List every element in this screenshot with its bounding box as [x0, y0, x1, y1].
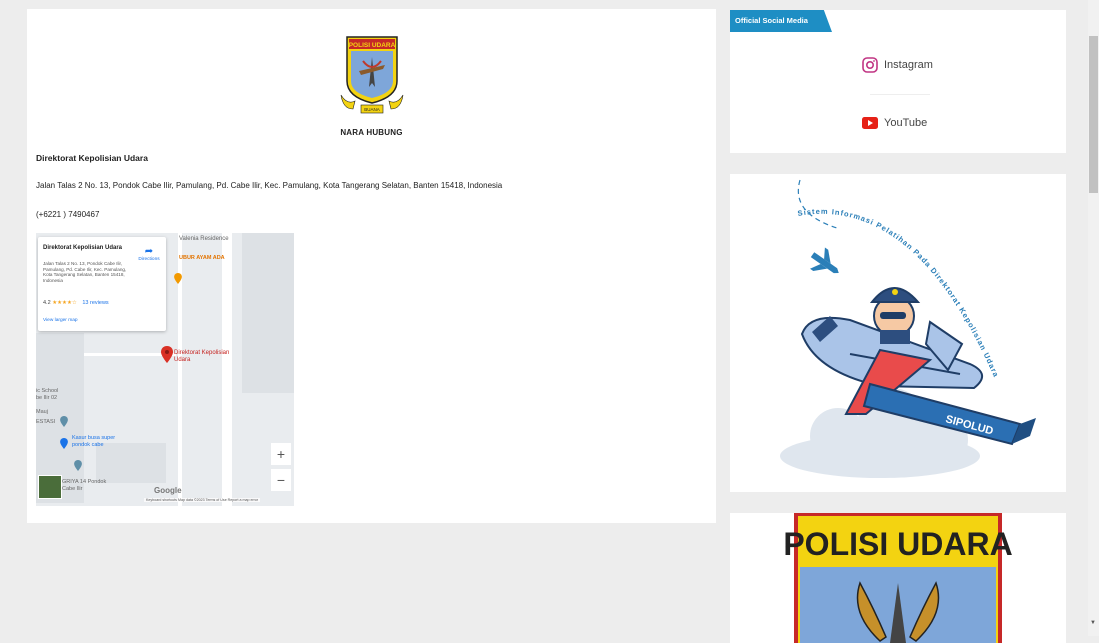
youtube-icon [862, 117, 878, 129]
polisi-udara-badge-card[interactable]: POLISI UDARA [730, 513, 1066, 643]
map-rating: 4.2 ★★★★☆ 13 reviews [43, 300, 109, 306]
view-larger-map-link[interactable]: View larger map [43, 318, 78, 323]
place-pin-icon[interactable] [60, 416, 68, 427]
polisi-udara-logo: POLISI UDARA BUANA [340, 36, 403, 114]
directions-button[interactable]: ➦ Directions [134, 246, 164, 263]
map-label-mauj: Mauj [36, 409, 48, 415]
map-info-address: Jalan Talas 2 No. 13, Pondok Cabe Ilir, … [43, 261, 127, 283]
rating-stars-icon: ★★★★☆ [52, 300, 77, 306]
section-title: NARA HUBUNG [340, 128, 403, 137]
social-media-tag: Official Social Media page [730, 10, 832, 32]
map-road [222, 233, 232, 506]
phone-text[interactable]: (+6221 ) 7490467 [36, 210, 99, 219]
instagram-label: Instagram [884, 59, 933, 71]
map-label-ayam: UBUR AYAM ADA [179, 255, 225, 261]
youtube-link[interactable]: YouTube [862, 116, 927, 130]
map-label-griya: GRIYA 14 Pondok Cabe Ilir [62, 479, 107, 492]
sipolud-banner[interactable]: Sistem Informasi Pelatihan Pada Direktor… [730, 174, 1066, 492]
scrollbar-thumb[interactable] [1089, 36, 1098, 193]
satellite-toggle[interactable] [38, 475, 62, 499]
embedded-map[interactable]: Valenia Residence UBUR AYAM ADA ic Schoo… [36, 233, 294, 506]
reviews-link[interactable]: 13 reviews [82, 300, 108, 306]
instagram-link[interactable]: Instagram [862, 57, 933, 73]
zoom-in-button[interactable]: + [271, 443, 291, 465]
map-label-kasur: Kasur busa super pondok cabe [72, 435, 116, 448]
contact-card: POLISI UDARA BUANA NARA HUBUNG Direktora… [27, 9, 716, 523]
rating-value: 4.2 [43, 300, 51, 306]
badge-title: POLISI UDARA [783, 526, 1012, 562]
map-label-valenia: Valenia Residence [179, 236, 229, 242]
logo-text: POLISI UDARA [348, 42, 395, 49]
shop-pin-icon[interactable] [60, 438, 68, 449]
map-label-estasi: ESTASI [36, 419, 56, 425]
small-plane-icon [810, 247, 839, 274]
polisi-udara-badge: POLISI UDARA [783, 513, 1013, 643]
social-media-card: Official Social Media page Instagram You… [730, 10, 1066, 153]
divider [870, 94, 930, 95]
location-pin-icon[interactable] [161, 346, 173, 363]
directions-icon: ➦ [144, 246, 154, 257]
map-block [96, 443, 166, 483]
youtube-label: YouTube [884, 117, 928, 129]
logo-block: POLISI UDARA BUANA NARA HUBUNG [27, 31, 716, 137]
instagram-icon [862, 57, 878, 73]
restaurant-pin-icon[interactable] [174, 273, 182, 284]
address-text: Jalan Talas 2 No. 13, Pondok Cabe Ilir, … [36, 181, 503, 190]
zoom-out-button[interactable]: − [271, 469, 291, 491]
map-block [242, 233, 294, 393]
google-logo: Google [154, 486, 182, 495]
directions-label: Directions [138, 257, 160, 262]
map-info-title: Direktorat Kepolisian Udara [43, 245, 123, 251]
scroll-down-arrow-icon[interactable]: ▼ [1090, 620, 1096, 626]
map-label-school: ic School be Ilir 02 [36, 388, 59, 401]
map-footer[interactable]: Keyboard shortcuts Map data ©2023 Terms … [144, 498, 261, 502]
sipolud-illustration: Sistem Informasi Pelatihan Pada Direktor… [780, 179, 1036, 478]
map-pin-label: Direktorat Kepolisian Udara [174, 350, 230, 363]
org-name: Direktorat Kepolisian Udara [36, 153, 148, 163]
housing-pin-icon[interactable] [74, 460, 82, 471]
map-info-panel: Direktorat Kepolisian Udara Jalan Talas … [38, 237, 166, 331]
logo-motto: BUANA [364, 107, 380, 112]
